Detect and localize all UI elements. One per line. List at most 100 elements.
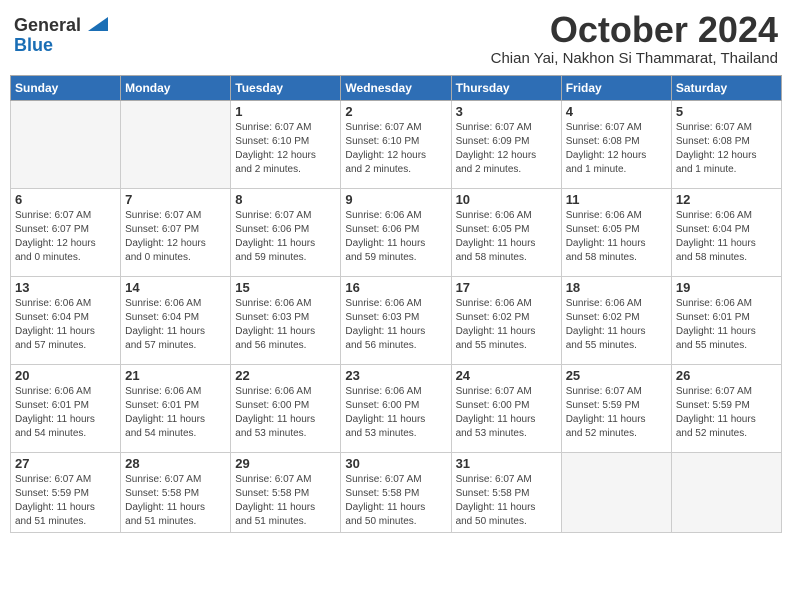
calendar-week-row-4: 20 Sunrise: 6:06 AM Sunset: 6:01 PM Dayli… [11, 364, 782, 452]
day-number: 2 [345, 104, 446, 119]
day-info: Sunrise: 6:07 AM Sunset: 6:00 PM Dayligh… [456, 385, 557, 441]
day-number: 15 [235, 280, 336, 295]
day-info: Sunrise: 6:06 AM Sunset: 6:00 PM Dayligh… [235, 385, 336, 441]
day-info: Sunrise: 6:07 AM Sunset: 6:06 PM Dayligh… [235, 209, 336, 265]
day-info: Sunrise: 6:06 AM Sunset: 6:01 PM Dayligh… [125, 385, 226, 441]
day-info: Sunrise: 6:06 AM Sunset: 6:01 PM Dayligh… [676, 297, 777, 353]
calendar-cell [11, 100, 121, 188]
calendar-cell: 15 Sunrise: 6:06 AM Sunset: 6:03 PM Dayli… [231, 276, 341, 364]
day-number: 23 [345, 368, 446, 383]
calendar-cell: 29 Sunrise: 6:07 AM Sunset: 5:58 PM Dayli… [231, 452, 341, 532]
day-number: 17 [456, 280, 557, 295]
day-info: Sunrise: 6:07 AM Sunset: 6:10 PM Dayligh… [345, 121, 446, 177]
calendar-cell: 23 Sunrise: 6:06 AM Sunset: 6:00 PM Dayli… [341, 364, 451, 452]
calendar-cell: 2 Sunrise: 6:07 AM Sunset: 6:10 PM Daylig… [341, 100, 451, 188]
day-info: Sunrise: 6:07 AM Sunset: 5:58 PM Dayligh… [235, 473, 336, 529]
calendar-cell: 6 Sunrise: 6:07 AM Sunset: 6:07 PM Daylig… [11, 188, 121, 276]
day-number: 16 [345, 280, 446, 295]
day-number: 1 [235, 104, 336, 119]
day-number: 6 [15, 192, 116, 207]
calendar-cell: 7 Sunrise: 6:07 AM Sunset: 6:07 PM Daylig… [121, 188, 231, 276]
day-info: Sunrise: 6:06 AM Sunset: 6:04 PM Dayligh… [676, 209, 777, 265]
weekday-header-saturday: Saturday [671, 75, 781, 100]
weekday-header-row: SundayMondayTuesdayWednesdayThursdayFrid… [11, 75, 782, 100]
day-info: Sunrise: 6:06 AM Sunset: 6:00 PM Dayligh… [345, 385, 446, 441]
calendar-cell [561, 452, 671, 532]
day-number: 31 [456, 456, 557, 471]
day-info: Sunrise: 6:07 AM Sunset: 5:58 PM Dayligh… [456, 473, 557, 529]
day-info: Sunrise: 6:07 AM Sunset: 6:08 PM Dayligh… [566, 121, 667, 177]
day-number: 14 [125, 280, 226, 295]
calendar-cell: 4Sunrise: 6:07 AM Sunset: 6:08 PM Daylig… [561, 100, 671, 188]
day-info: Sunrise: 6:06 AM Sunset: 6:01 PM Dayligh… [15, 385, 116, 441]
calendar-cell: 14 Sunrise: 6:06 AM Sunset: 6:04 PM Dayli… [121, 276, 231, 364]
day-info: Sunrise: 6:06 AM Sunset: 6:02 PM Dayligh… [566, 297, 667, 353]
calendar-cell: 31 Sunrise: 6:07 AM Sunset: 5:58 PM Dayli… [451, 452, 561, 532]
day-info: Sunrise: 6:07 AM Sunset: 5:59 PM Dayligh… [676, 385, 777, 441]
day-info: Sunrise: 6:06 AM Sunset: 6:03 PM Dayligh… [235, 297, 336, 353]
calendar-cell [671, 452, 781, 532]
calendar-cell: 20 Sunrise: 6:06 AM Sunset: 6:01 PM Dayli… [11, 364, 121, 452]
day-info: Sunrise: 6:06 AM Sunset: 6:04 PM Dayligh… [15, 297, 116, 353]
calendar-cell: 3Sunrise: 6:07 AM Sunset: 6:09 PM Daylig… [451, 100, 561, 188]
day-number: 30 [345, 456, 446, 471]
day-info: Sunrise: 6:07 AM Sunset: 6:08 PM Dayligh… [676, 121, 777, 177]
calendar-cell: 19 Sunrise: 6:06 AM Sunset: 6:01 PM Dayli… [671, 276, 781, 364]
day-info: Sunrise: 6:06 AM Sunset: 6:02 PM Dayligh… [456, 297, 557, 353]
calendar-week-row-2: 6 Sunrise: 6:07 AM Sunset: 6:07 PM Daylig… [11, 188, 782, 276]
weekday-header-friday: Friday [561, 75, 671, 100]
calendar-cell: 12 Sunrise: 6:06 AM Sunset: 6:04 PM Dayli… [671, 188, 781, 276]
weekday-header-thursday: Thursday [451, 75, 561, 100]
weekday-header-tuesday: Tuesday [231, 75, 341, 100]
day-number: 10 [456, 192, 557, 207]
day-number: 29 [235, 456, 336, 471]
day-info: Sunrise: 6:07 AM Sunset: 6:09 PM Dayligh… [456, 121, 557, 177]
day-number: 28 [125, 456, 226, 471]
calendar-cell: 10 Sunrise: 6:06 AM Sunset: 6:05 PM Dayli… [451, 188, 561, 276]
day-number: 13 [15, 280, 116, 295]
weekday-header-wednesday: Wednesday [341, 75, 451, 100]
calendar-cell: 27 Sunrise: 6:07 AM Sunset: 5:59 PM Dayli… [11, 452, 121, 532]
day-number: 18 [566, 280, 667, 295]
day-number: 26 [676, 368, 777, 383]
calendar-cell: 26 Sunrise: 6:07 AM Sunset: 5:59 PM Dayli… [671, 364, 781, 452]
day-info: Sunrise: 6:07 AM Sunset: 6:07 PM Dayligh… [125, 209, 226, 265]
day-number: 8 [235, 192, 336, 207]
month-title: October 2024 [491, 10, 778, 50]
day-number: 5 [676, 104, 777, 119]
day-number: 11 [566, 192, 667, 207]
day-info: Sunrise: 6:07 AM Sunset: 6:07 PM Dayligh… [15, 209, 116, 265]
calendar-cell: 30Sunrise: 6:07 AM Sunset: 5:58 PM Dayli… [341, 452, 451, 532]
calendar-cell: 1 Sunrise: 6:07 AM Sunset: 6:10 PM Daylig… [231, 100, 341, 188]
day-number: 27 [15, 456, 116, 471]
day-number: 12 [676, 192, 777, 207]
calendar-week-row-5: 27 Sunrise: 6:07 AM Sunset: 5:59 PM Dayli… [11, 452, 782, 532]
day-number: 7 [125, 192, 226, 207]
weekday-header-monday: Monday [121, 75, 231, 100]
calendar-cell: 8 Sunrise: 6:07 AM Sunset: 6:06 PM Daylig… [231, 188, 341, 276]
calendar-cell: 13 Sunrise: 6:06 AM Sunset: 6:04 PM Dayli… [11, 276, 121, 364]
day-info: Sunrise: 6:06 AM Sunset: 6:05 PM Dayligh… [456, 209, 557, 265]
day-info: Sunrise: 6:06 AM Sunset: 6:04 PM Dayligh… [125, 297, 226, 353]
day-number: 19 [676, 280, 777, 295]
day-info: Sunrise: 6:07 AM Sunset: 6:10 PM Dayligh… [235, 121, 336, 177]
day-number: 25 [566, 368, 667, 383]
calendar-week-row-1: 1 Sunrise: 6:07 AM Sunset: 6:10 PM Daylig… [11, 100, 782, 188]
day-info: Sunrise: 6:06 AM Sunset: 6:06 PM Dayligh… [345, 209, 446, 265]
logo-icon [88, 17, 108, 31]
day-info: Sunrise: 6:06 AM Sunset: 6:05 PM Dayligh… [566, 209, 667, 265]
day-number: 21 [125, 368, 226, 383]
calendar-cell: 9 Sunrise: 6:06 AM Sunset: 6:06 PM Daylig… [341, 188, 451, 276]
day-number: 24 [456, 368, 557, 383]
calendar-cell: 16Sunrise: 6:06 AM Sunset: 6:03 PM Dayli… [341, 276, 451, 364]
day-number: 9 [345, 192, 446, 207]
weekday-header-sunday: Sunday [11, 75, 121, 100]
calendar-cell: 25Sunrise: 6:07 AM Sunset: 5:59 PM Dayli… [561, 364, 671, 452]
calendar-cell: 18 Sunrise: 6:06 AM Sunset: 6:02 PM Dayli… [561, 276, 671, 364]
day-number: 22 [235, 368, 336, 383]
calendar-table: SundayMondayTuesdayWednesdayThursdayFrid… [10, 75, 782, 533]
page-header: General Blue October 2024 Chian Yai, Nak… [10, 10, 782, 67]
day-info: Sunrise: 6:07 AM Sunset: 5:59 PM Dayligh… [15, 473, 116, 529]
day-number: 20 [15, 368, 116, 383]
calendar-cell [121, 100, 231, 188]
